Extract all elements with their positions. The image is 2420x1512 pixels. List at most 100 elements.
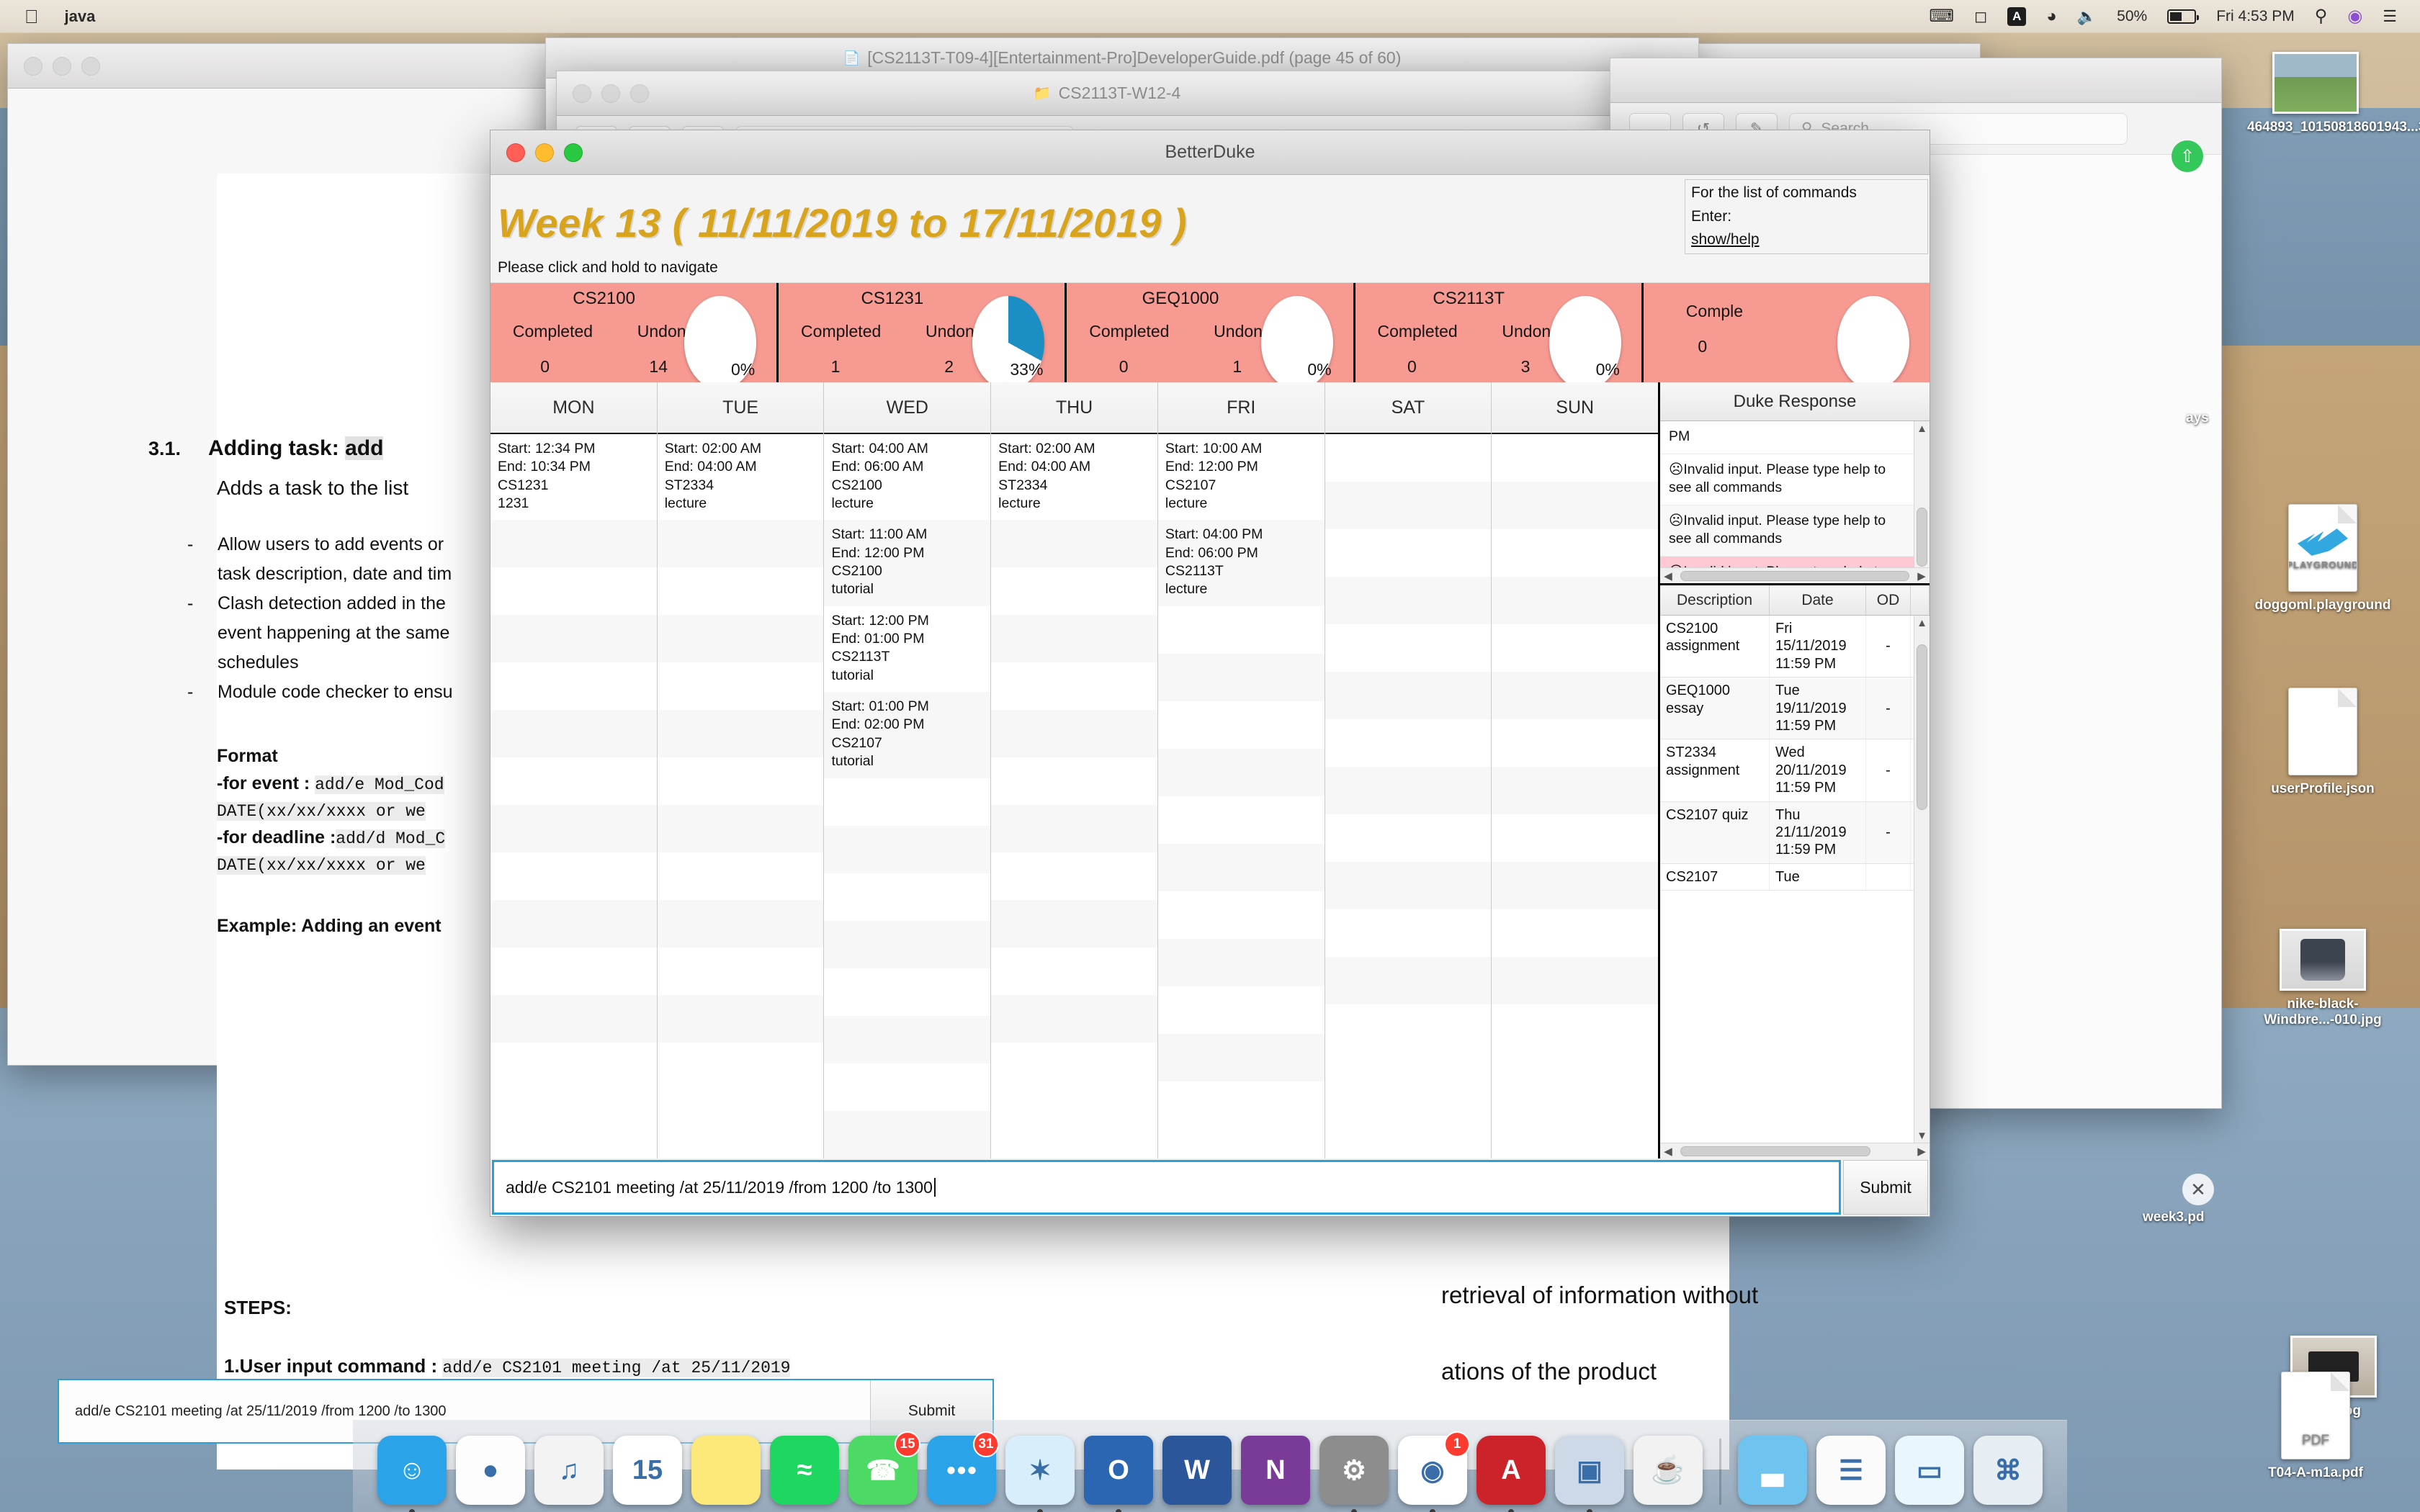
duke-response-item[interactable]: ☹Invalid input. Please type help to see … <box>1660 454 1914 505</box>
dock-item-word[interactable]: W <box>1162 1436 1232 1505</box>
betterduke-titlebar[interactable]: BetterDuke <box>490 130 1930 175</box>
scroll-up-icon[interactable]: ▲ <box>1914 616 1930 630</box>
scroll-right-icon[interactable]: ▶ <box>1914 570 1930 582</box>
desktop-icon-ays-partial[interactable]: ays <box>2186 410 2316 426</box>
calendar-empty-slot[interactable] <box>490 662 657 710</box>
calendar-event[interactable]: Start: 04:00 PM End: 06:00 PM CS2113T le… <box>1158 520 1325 606</box>
calendar-event[interactable]: Start: 02:00 AM End: 04:00 AM ST2334 lec… <box>991 434 1157 520</box>
wifi-icon[interactable]: ◕ <box>2046 6 2057 27</box>
macos-menubar[interactable]:  java ⌨ ◻ A ◕ 🔈 50% Fri 4:53 PM ⚲ ◉ ☰ <box>0 0 2420 33</box>
module-card[interactable]: Comple 0 <box>1644 283 1930 382</box>
calendar-empty-slot[interactable] <box>991 995 1157 1043</box>
calendar-empty-slot[interactable] <box>991 662 1157 710</box>
dock-item-safari[interactable]: ✶ <box>1005 1436 1075 1505</box>
calendar-event[interactable]: Start: 01:00 PM End: 02:00 PM CS2107 tut… <box>824 692 990 778</box>
calendar-empty-slot[interactable] <box>824 826 990 873</box>
calendar-empty-slot[interactable] <box>1492 482 1658 529</box>
calendar-empty-slot[interactable] <box>1158 796 1325 844</box>
dock-item-downloads-folder[interactable]: ▃ <box>1738 1436 1807 1505</box>
calendar-empty-slot[interactable] <box>490 805 657 852</box>
calendar-empty-slot[interactable] <box>824 1111 990 1158</box>
dock-item-trash[interactable]: ⌘ <box>1973 1436 2043 1505</box>
calendar-empty-slot[interactable] <box>490 900 657 948</box>
calendar-empty-slot[interactable] <box>991 805 1157 852</box>
upload-arrow-icon[interactable]: ⇧ <box>2172 140 2203 172</box>
calendar-empty-slot[interactable] <box>658 900 824 948</box>
close-icon[interactable]: ✕ <box>2182 1174 2214 1205</box>
keyboard-viewer-icon[interactable]: ⌨ <box>1929 6 1954 27</box>
calendar-empty-slot[interactable] <box>991 520 1157 567</box>
siri-icon[interactable]: ◉ <box>2347 6 2362 27</box>
calendar-empty-slot[interactable] <box>1492 529 1658 577</box>
calendar-empty-slot[interactable] <box>1158 654 1325 701</box>
dock-item-outlook[interactable]: O <box>1084 1436 1153 1505</box>
calendar-empty-slot[interactable] <box>991 852 1157 900</box>
scroll-down-icon[interactable]: ▼ <box>1914 1128 1930 1143</box>
show-help-link[interactable]: show/help <box>1691 231 1760 248</box>
calendar-empty-slot[interactable] <box>1158 749 1325 796</box>
calendar-day-body[interactable]: Start: 12:34 PM End: 10:34 PM CS1231 123… <box>490 434 657 1158</box>
table-horizontal-scrollbar[interactable]: ◀ ▶ <box>1660 1143 1930 1158</box>
scroll-up-icon[interactable]: ▲ <box>1914 421 1930 436</box>
calendar-empty-slot[interactable] <box>991 757 1157 805</box>
calendar-empty-slot[interactable] <box>490 757 657 805</box>
desktop-icon-pdf[interactable]: PDF T04-A-m1a.pdf <box>2247 1372 2384 1481</box>
table-row[interactable]: CS2107 quiz Thu 21/11/2019 11:59 PM - <box>1660 802 1930 864</box>
weekly-calendar[interactable]: MON Start: 12:34 PM End: 10:34 PM CS1231… <box>490 382 1660 1158</box>
calendar-event[interactable]: Start: 02:00 AM End: 04:00 AM ST2334 lec… <box>658 434 824 520</box>
calendar-empty-slot[interactable] <box>1325 957 1492 1004</box>
calendar-day-column[interactable]: MON Start: 12:34 PM End: 10:34 PM CS1231… <box>490 382 658 1158</box>
calendar-day-body[interactable] <box>1325 434 1492 1158</box>
dock-item-system-prefs[interactable]: ⚙ <box>1319 1436 1389 1505</box>
task-table[interactable]: Description Date OD CS2100 assignment Fr… <box>1660 585 1930 1158</box>
calendar-day-body[interactable]: Start: 02:00 AM End: 04:00 AM ST2334 lec… <box>658 434 824 1158</box>
calendar-empty-slot[interactable] <box>991 567 1157 615</box>
desktop-icon-image-2[interactable]: nike-black-Windbre...-010.jpg <box>2254 929 2391 1028</box>
column-header-description[interactable]: Description <box>1660 585 1770 615</box>
active-app-name[interactable]: java <box>65 7 96 26</box>
calendar-empty-slot[interactable] <box>1325 482 1492 529</box>
calendar-empty-slot[interactable] <box>991 948 1157 995</box>
calendar-empty-slot[interactable] <box>490 852 657 900</box>
calendar-empty-slot[interactable] <box>1492 672 1658 719</box>
calendar-empty-slot[interactable] <box>1492 624 1658 672</box>
module-card[interactable]: GEQ1000 Completed Undone 0 1 0% <box>1067 283 1353 382</box>
scroll-right-icon[interactable]: ▶ <box>1914 1145 1930 1158</box>
betterduke-window[interactable]: BetterDuke Week 13 ( 11/11/2019 to 17/11… <box>490 130 1930 1217</box>
desktop-icon-week3-partial[interactable]: week3.pd <box>2143 1210 2330 1225</box>
dock-item-facetime[interactable]: ☎15 <box>848 1436 918 1505</box>
calendar-empty-slot[interactable] <box>658 757 824 805</box>
calendar-empty-slot[interactable] <box>1325 529 1492 577</box>
calendar-day-column[interactable]: SUN <box>1492 382 1658 1158</box>
module-card[interactable]: CS2100 Completed Undone 0 14 0% <box>490 283 776 382</box>
calendar-event[interactable]: Start: 12:34 PM End: 10:34 PM CS1231 123… <box>490 434 657 520</box>
calendar-day-header[interactable]: TUE <box>658 382 824 434</box>
volume-icon[interactable]: 🔈 <box>2077 7 2097 26</box>
dock-item-chrome[interactable]: ◉1 <box>1398 1436 1467 1505</box>
dock-item-contacts[interactable]: ● <box>456 1436 525 1505</box>
calendar-empty-slot[interactable] <box>658 615 824 662</box>
calendar-event[interactable]: Start: 10:00 AM End: 12:00 PM CS2107 lec… <box>1158 434 1325 520</box>
calendar-empty-slot[interactable] <box>1492 719 1658 767</box>
module-card[interactable]: CS2113T Completed Undone 0 3 0% <box>1355 283 1641 382</box>
duke-response-item[interactable]: PM <box>1660 421 1914 454</box>
table-vertical-scrollbar[interactable]: ▲ ▼ <box>1914 616 1930 1143</box>
response-horizontal-scrollbar[interactable]: ◀ ▶ <box>1660 567 1930 583</box>
calendar-empty-slot[interactable] <box>1325 434 1492 482</box>
response-vertical-scrollbar[interactable]: ▲ ▼ <box>1914 421 1930 583</box>
desktop-icon-json[interactable]: userProfile.json <box>2254 688 2391 797</box>
calendar-empty-slot[interactable] <box>991 710 1157 757</box>
calendar-day-header[interactable]: WED <box>824 382 990 434</box>
calendar-empty-slot[interactable] <box>991 615 1157 662</box>
calendar-event[interactable]: Start: 12:00 PM End: 01:00 PM CS2113T tu… <box>824 606 990 692</box>
calendar-day-column[interactable]: WED Start: 04:00 AM End: 06:00 AM CS2100… <box>824 382 991 1158</box>
calendar-event[interactable]: Start: 04:00 AM End: 06:00 AM CS2100 lec… <box>824 434 990 520</box>
calendar-empty-slot[interactable] <box>658 995 824 1043</box>
calendar-day-column[interactable]: THU Start: 02:00 AM End: 04:00 AM ST2334… <box>991 382 1158 1158</box>
calendar-day-header[interactable]: SAT <box>1325 382 1492 434</box>
command-input[interactable]: add/e CS2101 meeting /at 25/11/2019 /fro… <box>492 1160 1841 1215</box>
calendar-empty-slot[interactable] <box>824 1016 990 1063</box>
column-header-od[interactable]: OD <box>1866 585 1911 615</box>
calendar-day-body[interactable]: Start: 10:00 AM End: 12:00 PM CS2107 lec… <box>1158 434 1325 1158</box>
table-row[interactable]: CS2107 Tue <box>1660 864 1930 891</box>
